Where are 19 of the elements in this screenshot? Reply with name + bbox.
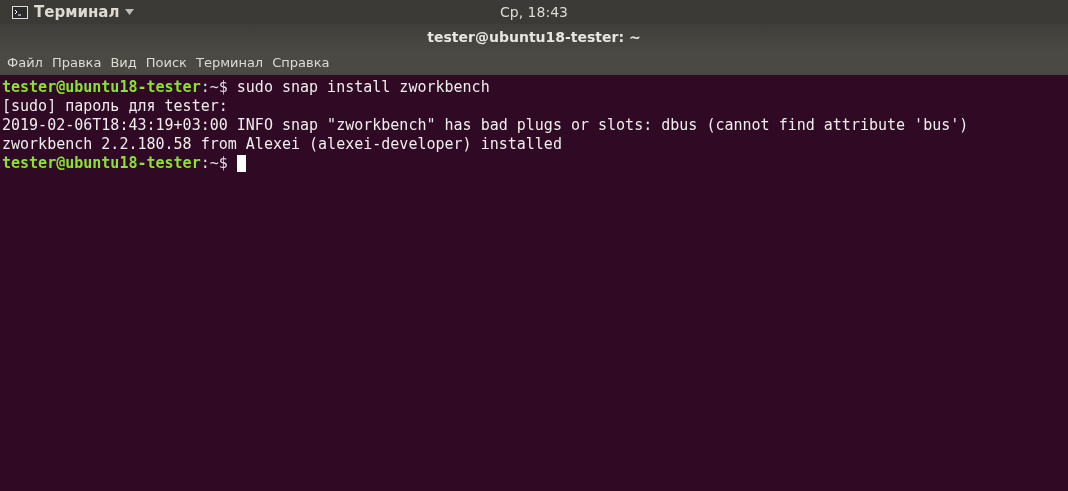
prompt-host: tester@ubuntu18-tester	[2, 78, 201, 97]
menu-item[interactable]: Файл	[7, 55, 43, 70]
output-line: 2019-02-06T18:43:19+03:00 INFO snap "zworkbench" has bad plugs or slots: dbus (cannot find attribute 'bus')	[2, 116, 969, 135]
clock[interactable]: Ср, 18:43	[500, 4, 568, 20]
prompt-path: :~$	[200, 154, 228, 173]
prompt-host: tester@ubuntu18-tester	[2, 154, 201, 173]
menu-item[interactable]: Поиск	[145, 55, 187, 70]
output-line: [sudo] пароль для tester:	[2, 97, 228, 116]
menu-item[interactable]: Правка	[51, 55, 102, 70]
terminal-icon	[12, 5, 28, 19]
menu-item[interactable]: Терминал	[195, 55, 264, 70]
window-title: tester@ubuntu18-tester: ~	[427, 29, 641, 45]
caret-icon	[125, 9, 135, 15]
output-line: zworkbench 2.2.180.58 from Alexei (alexei-developer) installed	[2, 135, 562, 154]
command-text: sudo snap install zworkbench	[236, 78, 490, 97]
prompt-path: :~$	[200, 78, 228, 97]
app-menu[interactable]: Терминал	[12, 3, 135, 21]
menu-item[interactable]: Справка	[272, 55, 330, 70]
menu-item[interactable]: Вид	[110, 55, 137, 70]
